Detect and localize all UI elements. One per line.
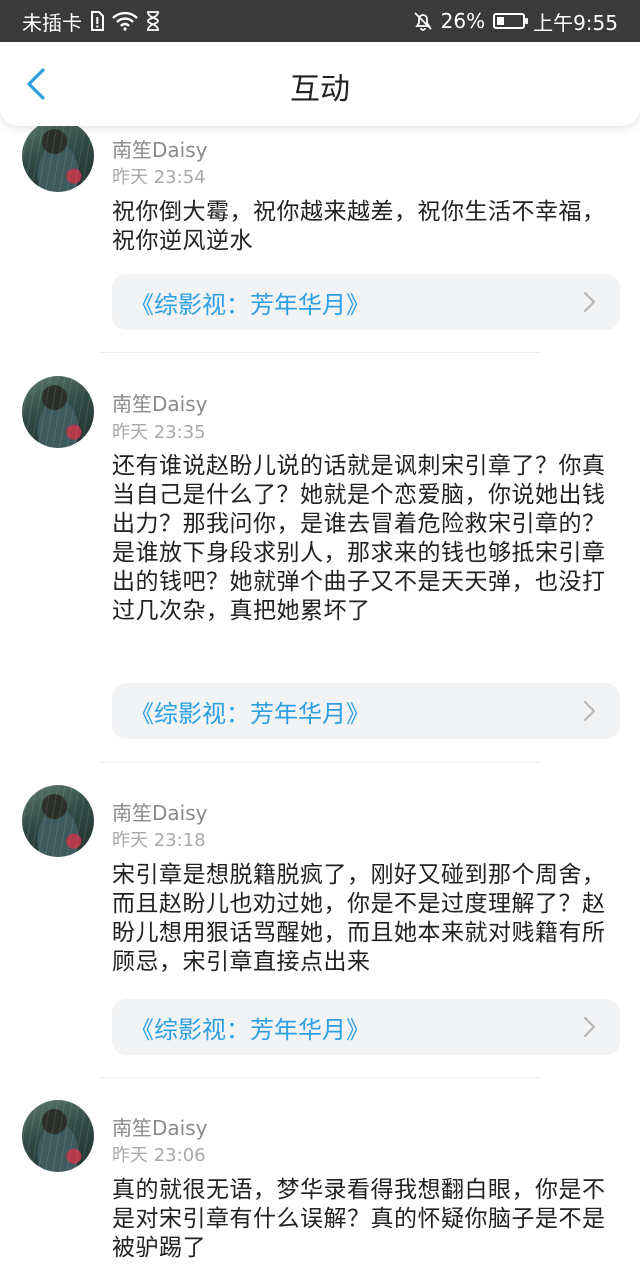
page-title: 互动 [290, 72, 350, 107]
battery-icon [493, 13, 529, 29]
divider [100, 762, 540, 763]
username[interactable]: 南笙Daisy [112, 1112, 207, 1141]
interaction-feed[interactable]: 南笙Daisy 昨天 23:54 祝你倒大霉，祝你越来越差，祝你生活不幸福，祝你… [0, 126, 640, 1280]
bell-off-icon [413, 11, 433, 31]
work-title: 《综影视：芳年华月》 [130, 699, 370, 728]
nav-header: 互动 [0, 42, 640, 126]
chevron-right-icon [582, 291, 596, 313]
work-title: 《综影视：芳年华月》 [130, 290, 370, 319]
username[interactable]: 南笙Daisy [112, 388, 207, 417]
timestamp: 昨天 23:18 [112, 830, 206, 851]
comment-text: 祝你倒大霉，祝你越来越差，祝你生活不幸福，祝你逆风逆水 [112, 199, 606, 254]
avatar[interactable] [22, 376, 94, 448]
work-link-card[interactable]: 《综影视：芳年华月》 [112, 999, 620, 1055]
avatar[interactable] [22, 785, 94, 857]
carrier-text: 未插卡 [22, 10, 82, 35]
wifi-icon [112, 11, 138, 31]
work-link-card[interactable]: 《综影视：芳年华月》 [112, 274, 620, 330]
status-left: 未插卡 [22, 7, 160, 36]
status-bar: 未插卡 26% 上午9:55 [0, 0, 640, 42]
comment-text: 真的就很无语，梦华录看得我想翻白眼，你是不是对宋引章有什么误解？真的怀疑你脑子是… [112, 1177, 606, 1261]
sim-alert-icon [90, 11, 104, 31]
work-title: 《综影视：芳年华月》 [130, 1015, 370, 1044]
divider [100, 352, 540, 353]
timestamp: 昨天 23:06 [112, 1145, 206, 1166]
divider [100, 1077, 540, 1078]
comment-text: 还有谁说赵盼儿说的话就是讽刺宋引章了？你真当自己是什么了？她就是个恋爱脑，你说她… [112, 453, 606, 624]
username[interactable]: 南笙Daisy [112, 134, 207, 163]
username[interactable]: 南笙Daisy [112, 797, 207, 826]
battery-percent: 26% [440, 9, 486, 33]
timestamp: 昨天 23:35 [112, 422, 206, 443]
hourglass-icon [146, 11, 160, 31]
status-right: 26% 上午9:55 [413, 7, 618, 36]
comment-text: 宋引章是想脱籍脱疯了，刚好又碰到那个周舍，而且赵盼儿也劝过她，你是不是过度理解了… [112, 862, 606, 975]
chevron-right-icon [582, 700, 596, 722]
avatar[interactable] [22, 1100, 94, 1172]
work-link-card[interactable]: 《综影视：芳年华月》 [112, 683, 620, 739]
avatar[interactable] [22, 126, 94, 192]
chevron-right-icon [582, 1016, 596, 1038]
timestamp: 昨天 23:54 [112, 167, 206, 188]
clock: 上午9:55 [533, 10, 618, 35]
